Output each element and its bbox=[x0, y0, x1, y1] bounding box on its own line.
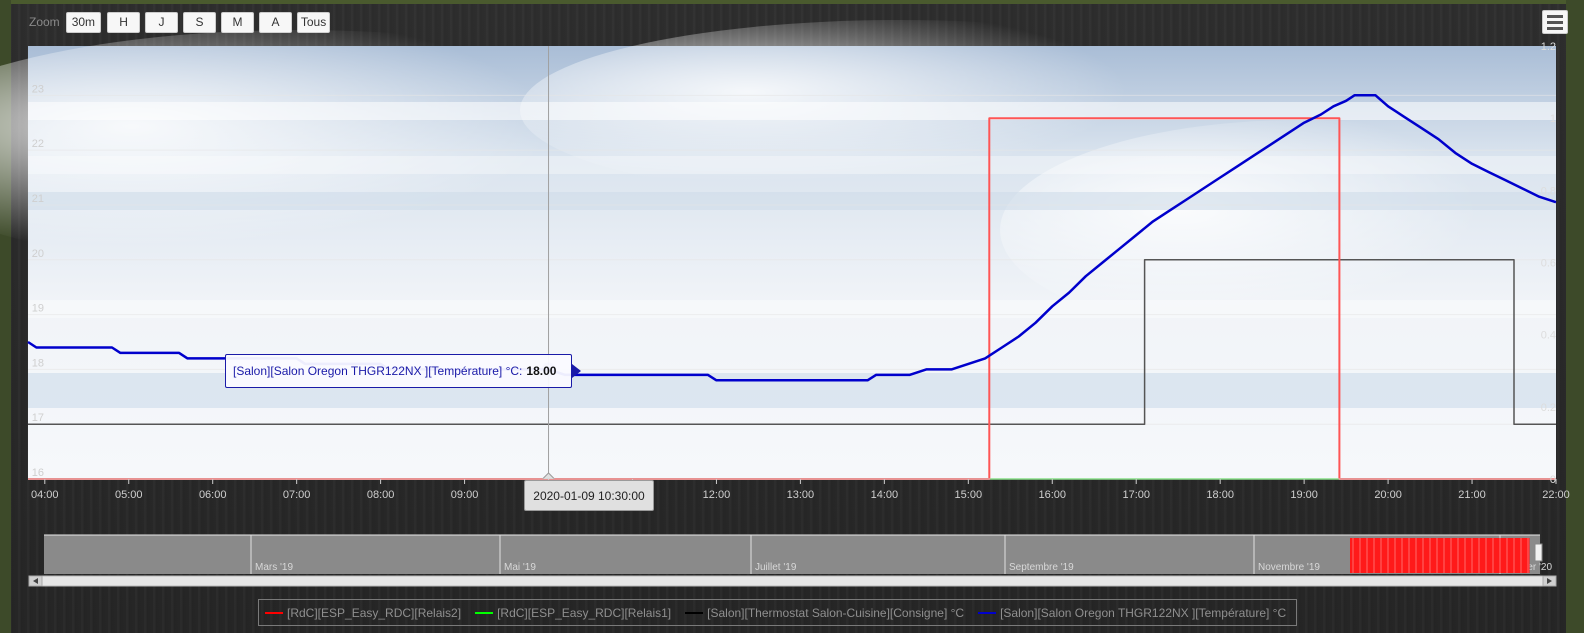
x-tick-label: 13:00 bbox=[787, 489, 815, 501]
y-left-tick-label: 22 bbox=[32, 138, 44, 150]
x-tick-label: 16:00 bbox=[1038, 489, 1066, 501]
navigator-scrollbar bbox=[28, 575, 1557, 587]
x-axis-crosshair-label: 2020-01-09 10:30:00 bbox=[524, 480, 654, 511]
legend-label: [Salon][Thermostat Salon-Cuisine][Consig… bbox=[707, 605, 965, 620]
x-tick-label: 18:00 bbox=[1206, 489, 1234, 501]
navigator-label: Juillet '19 bbox=[755, 562, 797, 573]
legend-swatch bbox=[978, 611, 997, 614]
plot-background bbox=[0, 20, 1584, 479]
legend-label: [RdC][ESP_Easy_RDC][Relais2] bbox=[287, 605, 462, 620]
x-tick-label: 06:00 bbox=[199, 489, 227, 501]
x-tick-label: 04:00 bbox=[31, 489, 59, 501]
tooltip-arrow bbox=[572, 364, 581, 378]
y-right-tick-label: 0.2 bbox=[1541, 402, 1556, 414]
y-right-tick-label: 0.4 bbox=[1541, 330, 1556, 342]
legend-item-consigne[interactable]: [Salon][Thermostat Salon-Cuisine][Consig… bbox=[685, 606, 964, 620]
series-tooltip: [Salon][Salon Oregon THGR122NX ][Tempéra… bbox=[225, 354, 572, 388]
legend-item-temperature[interactable]: [Salon][Salon Oregon THGR122NX ][Tempéra… bbox=[978, 606, 1286, 620]
tooltip-series-label: [Salon][Salon Oregon THGR122NX ][Tempéra… bbox=[233, 364, 523, 378]
y-right-tick-label: 1 bbox=[1550, 113, 1556, 125]
x-tick-label: 05:00 bbox=[115, 489, 143, 501]
plot-band bbox=[28, 192, 1556, 210]
x-tick-label: 14:00 bbox=[871, 489, 899, 501]
navigator-label: Septembre '19 bbox=[1009, 562, 1074, 573]
tooltip-value: 18.00 bbox=[526, 364, 557, 378]
legend-swatch bbox=[475, 611, 494, 614]
x-tick-label: 19:00 bbox=[1290, 489, 1318, 501]
x-tick-label: 07:00 bbox=[283, 489, 311, 501]
y-left-tick-label: 20 bbox=[32, 248, 44, 260]
navigator-label: Mai '19 bbox=[504, 562, 536, 573]
x-tick-label: 09:00 bbox=[451, 489, 479, 501]
x-tick-label: 12:00 bbox=[703, 489, 731, 501]
chart-legend: [RdC][ESP_Easy_RDC][Relais2] [RdC][ESP_E… bbox=[258, 599, 1298, 626]
x-tick-label: 22:00 bbox=[1542, 489, 1570, 501]
x-tick-label: 15:00 bbox=[955, 489, 983, 501]
navigator-label: Novembre '19 bbox=[1258, 562, 1320, 573]
navigator-relay-activity bbox=[1350, 538, 1530, 573]
x-tick-label: 20:00 bbox=[1374, 489, 1402, 501]
navigator-handle bbox=[1534, 543, 1543, 562]
legend-label: [RdC][ESP_Easy_RDC][Relais1] bbox=[497, 605, 672, 620]
legend-item-relais1[interactable]: [RdC][ESP_Easy_RDC][Relais1] bbox=[475, 606, 671, 620]
legend-label: [Salon][Salon Oregon THGR122NX ][Tempéra… bbox=[1000, 605, 1287, 620]
y-left-tick-label: 19 bbox=[32, 303, 44, 315]
y-left-tick-label: 21 bbox=[32, 193, 44, 205]
x-tick-label: 17:00 bbox=[1122, 489, 1150, 501]
legend-swatch bbox=[265, 611, 283, 614]
legend-swatch bbox=[685, 611, 704, 614]
y-left-tick-label: 17 bbox=[32, 412, 44, 424]
y-left-tick-label: 16 bbox=[32, 467, 44, 479]
y-right-tick-label: 0 bbox=[1550, 474, 1556, 486]
y-right-tick-label: 0.8 bbox=[1541, 185, 1556, 197]
y-left-tick-label: 23 bbox=[32, 83, 44, 95]
y-left-tick-label: 18 bbox=[32, 357, 44, 369]
navigator[interactable]: Mars '19 Mai '19 Juillet '19 Septembre '19 N… bbox=[28, 534, 1557, 587]
y-right-tick-label: 1.2 bbox=[1541, 41, 1556, 53]
y-right-tick-label: 0.6 bbox=[1541, 258, 1556, 270]
plot-band bbox=[28, 300, 1556, 318]
legend-item-relais2[interactable]: [RdC][ESP_Easy_RDC][Relais2] bbox=[265, 606, 461, 620]
x-tick-label: 08:00 bbox=[367, 489, 395, 501]
navigator-label: Mars '19 bbox=[255, 562, 293, 573]
chart-canvas: 16 17 18 19 20 21 22 23 0 0.2 0.4 0.6 0.8 1 1.2 04:00 05… bbox=[0, 20, 1584, 587]
plot-band bbox=[28, 156, 1556, 174]
x-tick-label: 21:00 bbox=[1458, 489, 1486, 501]
